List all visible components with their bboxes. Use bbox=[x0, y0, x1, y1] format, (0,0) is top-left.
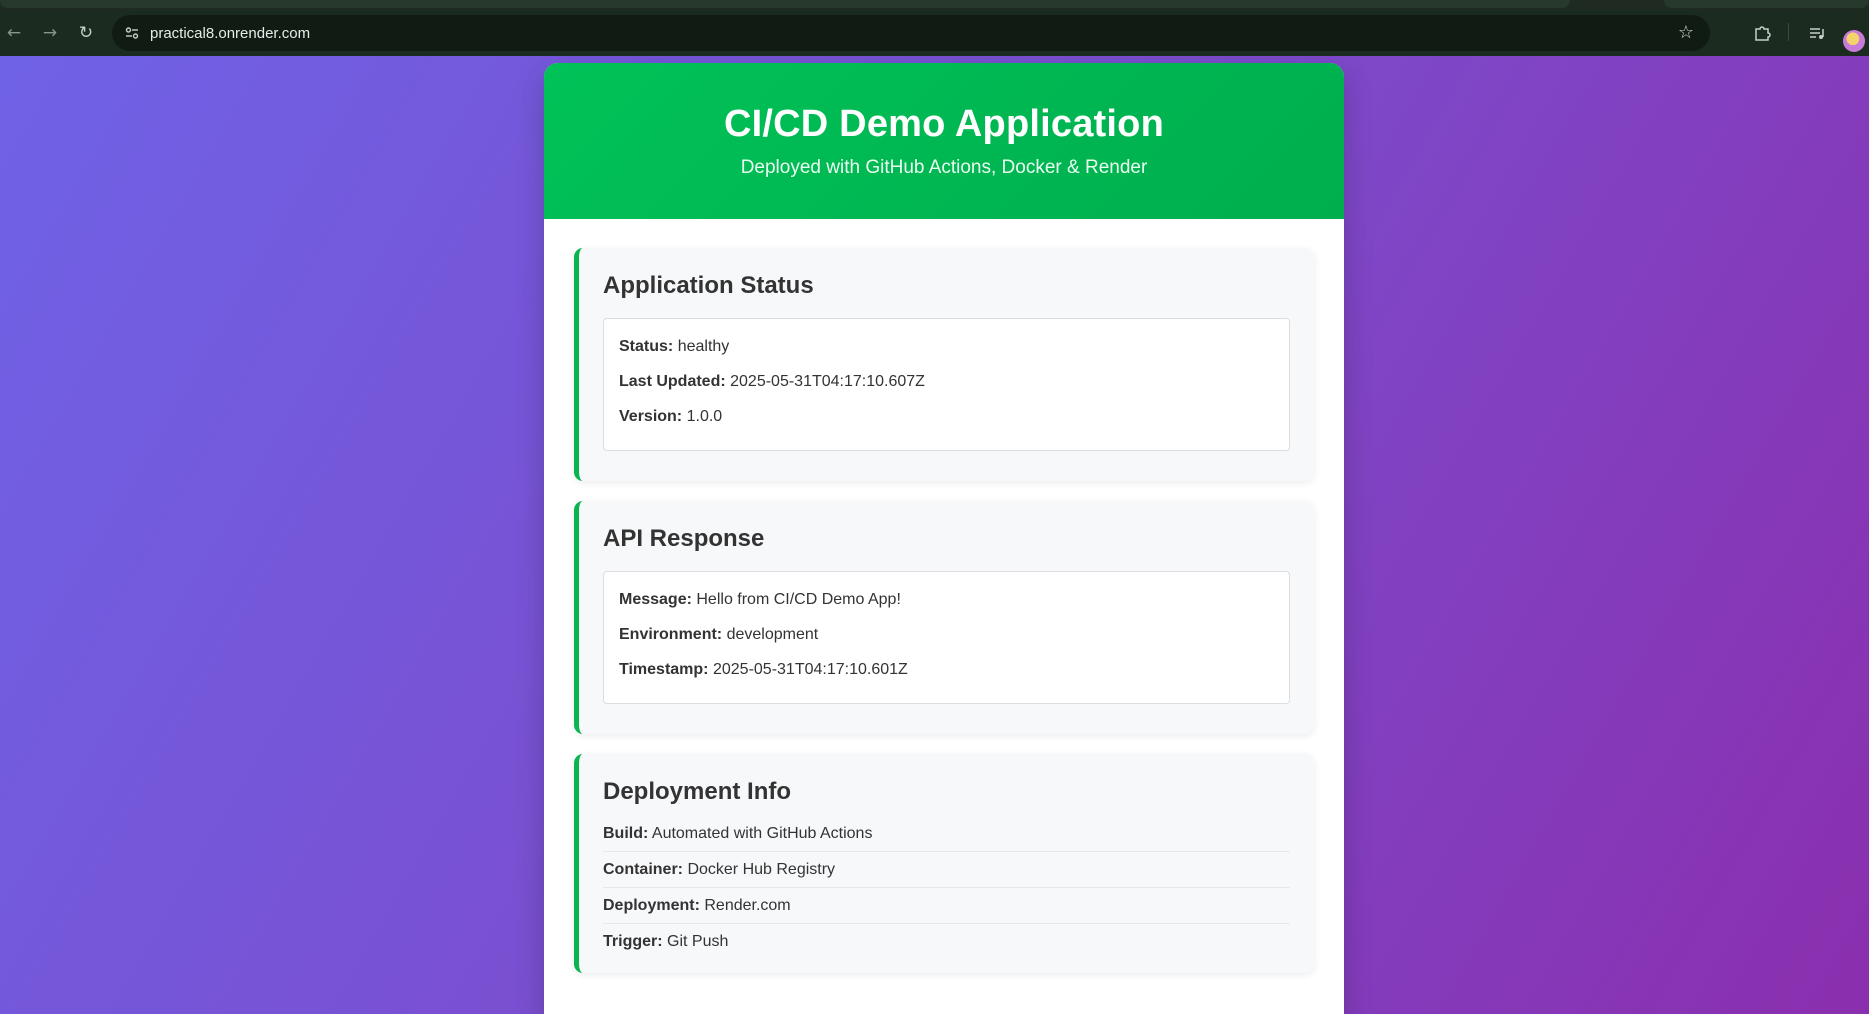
field-label: Version: bbox=[619, 408, 683, 425]
field-label: Status: bbox=[619, 338, 674, 355]
version-row: Version: 1.0.0 bbox=[619, 407, 1274, 426]
container-row: Container: Docker Hub Registry bbox=[603, 852, 1290, 888]
message-value: Hello from CI/CD Demo App! bbox=[696, 591, 901, 608]
build-row: Build: Automated with GitHub Actions bbox=[603, 824, 1290, 852]
deployment-value: Render.com bbox=[704, 897, 791, 914]
status-details: Status: healthy Last Updated: 2025-05-31… bbox=[603, 318, 1290, 451]
environment-value: development bbox=[726, 626, 819, 643]
status-value: healthy bbox=[677, 338, 730, 355]
trigger-row: Trigger: Git Push bbox=[603, 924, 1290, 959]
app-header: CI/CD Demo Application Deployed with Git… bbox=[544, 63, 1344, 219]
back-icon[interactable]: ← bbox=[2, 21, 26, 45]
active-tab[interactable] bbox=[0, 0, 1570, 8]
card-title: API Response bbox=[603, 525, 765, 552]
card-title: Deployment Info bbox=[603, 778, 792, 805]
api-details: Message: Hello from CI/CD Demo App! Envi… bbox=[603, 571, 1290, 704]
app-container: CI/CD Demo Application Deployed with Git… bbox=[544, 63, 1344, 1014]
application-status-card: Application Status Status: healthy Last … bbox=[574, 248, 1314, 481]
media-control-icon[interactable] bbox=[1808, 24, 1826, 46]
deployment-row: Deployment: Render.com bbox=[603, 888, 1290, 924]
tab[interactable] bbox=[1664, 0, 1869, 8]
card-title: Application Status bbox=[603, 272, 814, 299]
status-row: Status: healthy bbox=[619, 337, 1274, 356]
message-row: Message: Hello from CI/CD Demo App! bbox=[619, 590, 1274, 609]
bookmark-star-icon[interactable]: ☆ bbox=[1678, 22, 1694, 43]
field-label: Last Updated: bbox=[619, 373, 726, 390]
extensions-puzzle-icon[interactable] bbox=[1753, 24, 1771, 46]
page-viewport: CI/CD Demo Application Deployed with Git… bbox=[0, 56, 1869, 1014]
address-bar[interactable]: practical8.onrender.com ☆ bbox=[112, 15, 1710, 51]
deployment-info-card: Deployment Info Build: Automated with Gi… bbox=[574, 754, 1314, 973]
main-content: Application Status Status: healthy Last … bbox=[544, 219, 1344, 973]
version-value: 1.0.0 bbox=[686, 408, 723, 425]
last-updated-row: Last Updated: 2025-05-31T04:17:10.607Z bbox=[619, 372, 1274, 391]
site-settings-icon[interactable] bbox=[120, 21, 144, 45]
page-subtitle: Deployed with GitHub Actions, Docker & R… bbox=[740, 157, 1148, 178]
environment-row: Environment: development bbox=[619, 625, 1274, 644]
timestamp-value: 2025-05-31T04:17:10.601Z bbox=[712, 661, 908, 678]
profile-avatar[interactable] bbox=[1843, 30, 1865, 52]
browser-toolbar: ← → ↻ practical8.onrender.com ☆ bbox=[0, 10, 1869, 56]
container-value: Docker Hub Registry bbox=[687, 861, 836, 878]
url-text[interactable]: practical8.onrender.com bbox=[150, 25, 310, 42]
field-label: Deployment: bbox=[603, 897, 700, 914]
field-label: Environment: bbox=[619, 626, 723, 643]
toolbar-divider bbox=[1788, 23, 1789, 41]
field-label: Timestamp: bbox=[619, 661, 709, 678]
api-response-card: API Response Message: Hello from CI/CD D… bbox=[574, 501, 1314, 734]
timestamp-row: Timestamp: 2025-05-31T04:17:10.601Z bbox=[619, 660, 1274, 679]
page-title: CI/CD Demo Application bbox=[723, 103, 1164, 145]
field-label: Trigger: bbox=[603, 933, 663, 950]
field-label: Build: bbox=[603, 825, 649, 842]
forward-icon[interactable]: → bbox=[38, 21, 62, 45]
reload-icon[interactable]: ↻ bbox=[74, 21, 98, 45]
field-label: Message: bbox=[619, 591, 692, 608]
trigger-value: Git Push bbox=[667, 933, 729, 950]
tab-strip bbox=[0, 0, 1869, 10]
build-value: Automated with GitHub Actions bbox=[651, 825, 873, 842]
last-updated-value: 2025-05-31T04:17:10.607Z bbox=[730, 373, 925, 390]
field-label: Container: bbox=[603, 861, 683, 878]
